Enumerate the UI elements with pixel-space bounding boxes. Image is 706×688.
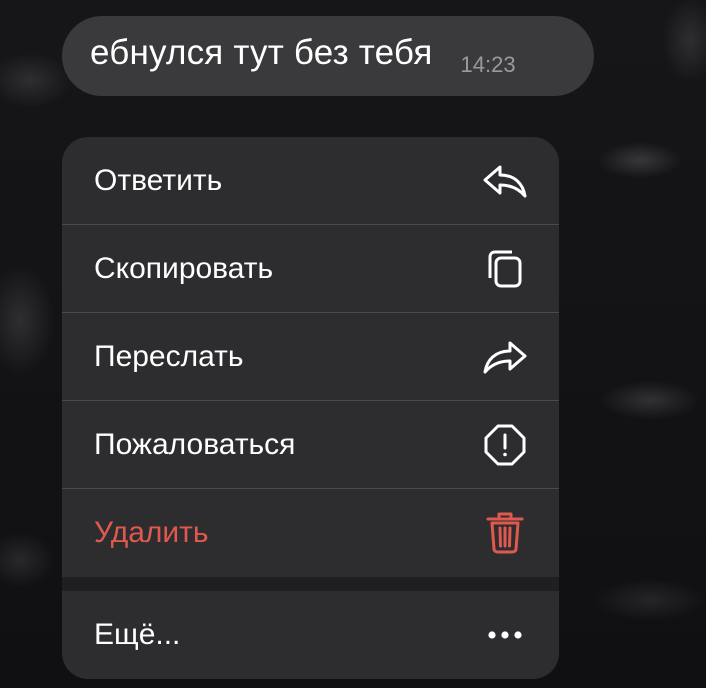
delete-menu-item[interactable]: Удалить [62, 489, 559, 577]
message-bubble[interactable]: ебнулся тут без тебя 14:23 [62, 16, 594, 96]
report-menu-item[interactable]: Пожаловаться [62, 401, 559, 489]
copy-menu-item[interactable]: Скопировать [62, 225, 559, 313]
context-menu: Ответить Скопировать Переслать Пожаловат… [62, 137, 559, 679]
trash-icon [481, 509, 529, 557]
copy-icon [481, 245, 529, 293]
delete-label: Удалить [94, 516, 209, 549]
forward-label: Переслать [94, 340, 244, 373]
reply-icon [481, 157, 529, 205]
more-menu-item[interactable]: Ещё... [62, 591, 559, 679]
message-text: ебнулся тут без тебя [90, 33, 433, 72]
menu-group-gap [62, 577, 559, 591]
reply-label: Ответить [94, 164, 223, 197]
copy-label: Скопировать [94, 252, 274, 285]
forward-menu-item[interactable]: Переслать [62, 313, 559, 401]
more-label: Ещё... [94, 618, 181, 651]
report-label: Пожаловаться [94, 428, 296, 461]
message-timestamp: 14:23 [460, 52, 516, 77]
reply-menu-item[interactable]: Ответить [62, 137, 559, 225]
report-icon [481, 421, 529, 469]
more-icon [481, 611, 529, 659]
forward-icon [481, 333, 529, 381]
